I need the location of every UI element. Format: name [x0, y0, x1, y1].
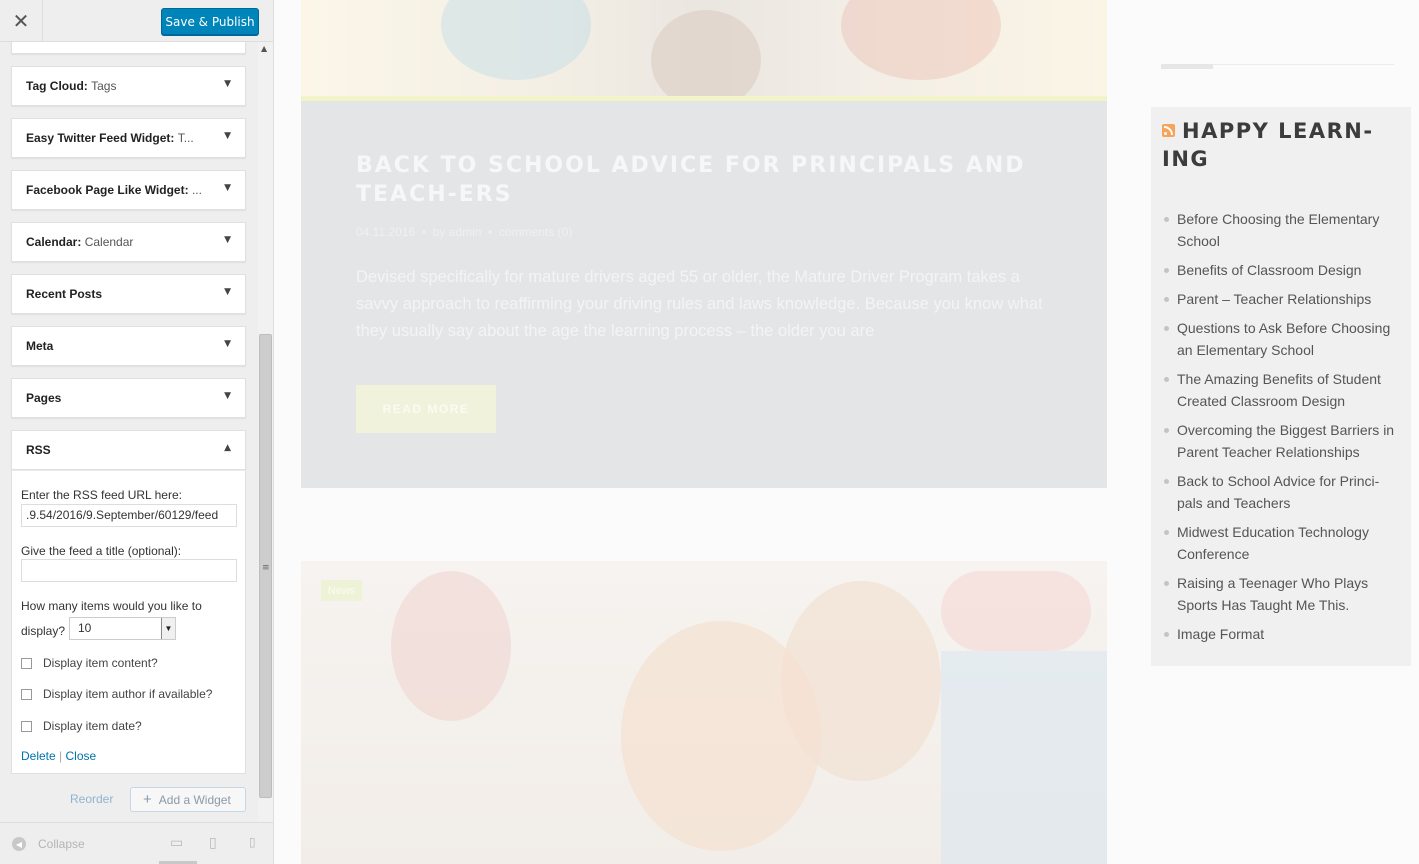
post-author[interactable]: admin [449, 225, 482, 239]
post-card: BACK TO SCHOOL ADVICE FOR PRINCIPALS AND… [301, 101, 1107, 488]
widget-subtitle: Calendar [84, 235, 134, 249]
save-publish-button[interactable]: Save & Publish [161, 8, 259, 35]
checkbox-row-author: Display item author if available? [21, 687, 212, 701]
arrow-down-icon[interactable]: ▼ [224, 391, 231, 401]
close-link[interactable]: Close [66, 749, 97, 763]
widget-pages[interactable]: Pages ▼ [11, 378, 246, 418]
rss-url-label: Enter the RSS feed URL here: [21, 488, 182, 502]
display-content-checkbox[interactable] [21, 657, 32, 669]
widget-rss[interactable]: RSS ▲ [11, 430, 246, 470]
sidebar-scrollbar[interactable]: ▲ ≡ [258, 42, 273, 822]
checkbox-label: Display item author if available? [43, 687, 213, 701]
mobile-icon[interactable]: ▯ [249, 835, 256, 849]
rss-item[interactable]: Back to School Advice for Princi-pals an… [1162, 470, 1402, 514]
rss-title-label: Give the feed a title (optional): [21, 544, 182, 558]
customizer-header: ✕ Save & Publish [0, 0, 273, 42]
widget-recent-posts[interactable]: Recent Posts ▼ [11, 274, 246, 314]
add-widget-button[interactable]: + Add a Widget [130, 787, 246, 812]
widget-partial[interactable] [11, 42, 246, 54]
close-icon[interactable]: ✕ [0, 0, 43, 42]
rss-items-label-2: display? [21, 624, 66, 638]
add-widget-label: Add a Widget [158, 792, 231, 807]
widget-easy-twitter[interactable]: Easy Twitter Feed Widget: T... ▼ [11, 118, 246, 158]
checkbox-row-content: Display item content? [21, 656, 158, 670]
widget-subtitle: Tags [91, 79, 117, 93]
rss-items-select[interactable]: 10 ▼ [69, 617, 176, 640]
widget-name: Tag Cloud [26, 79, 84, 93]
rss-item[interactable]: The Amazing Benefits of Student Created … [1162, 368, 1402, 412]
rss-item[interactable]: Benefits of Classroom Design [1162, 259, 1402, 281]
checkbox-row-date: Display item date? [21, 719, 142, 733]
grip-icon: ≡ [262, 563, 270, 573]
scroll-up-icon[interactable]: ▲ [261, 44, 267, 53]
post-date[interactable]: 04.11.2016 [356, 225, 415, 239]
widget-meta[interactable]: Meta ▼ [11, 326, 246, 366]
rss-widget-form: Enter the RSS feed URL here: .9.54/2016/… [11, 470, 246, 774]
widget-subtitle: T... [177, 131, 194, 145]
widget-name: Meta [26, 339, 54, 353]
arrow-down-icon[interactable]: ▼ [224, 79, 231, 89]
actions-separator: | [59, 749, 63, 763]
post-meta: 04.11.2016 • by admin • comments (0) [356, 225, 573, 239]
delete-link[interactable]: Delete [21, 749, 56, 763]
collapse-label[interactable]: Collapse [38, 837, 85, 851]
display-author-checkbox[interactable] [21, 688, 32, 700]
arrow-down-icon[interactable]: ▼ [224, 131, 231, 141]
post-excerpt: Devised specifically for mature drivers … [356, 268, 1043, 340]
arrow-down-icon[interactable]: ▼ [224, 287, 231, 297]
rss-item[interactable]: Overcoming the Biggest Barriers in Paren… [1162, 419, 1402, 463]
chevron-down-icon[interactable]: ▼ [161, 618, 175, 639]
rss-item[interactable]: Parent – Teacher Relationships [1162, 288, 1402, 310]
widget-area-footer: Reorder + Add a Widget [0, 784, 258, 814]
rss-title-input[interactable] [21, 559, 237, 582]
arrow-down-icon[interactable]: ▼ [224, 183, 231, 193]
rss-item[interactable]: Raising a Teenager Who Plays Sports Has … [1162, 572, 1402, 616]
rss-items-label: How many items would you like to [21, 599, 202, 613]
checkbox-label: Display item date? [43, 719, 142, 733]
sidebar-divider-accent [1161, 64, 1213, 69]
rss-widget-title[interactable]: HAPPY LEARN-ING [1162, 117, 1392, 173]
rss-item[interactable]: Before Choosing the Elementary School [1162, 208, 1402, 252]
category-tag[interactable]: News [321, 580, 362, 601]
scroll-thumb[interactable]: ≡ [259, 334, 272, 798]
rss-items-value: 10 [78, 621, 92, 635]
widget-name: Recent Posts [26, 287, 103, 301]
widget-facebook-page-like[interactable]: Facebook Page Like Widget: ... ▼ [11, 170, 246, 210]
post-by: by [432, 225, 446, 239]
widget-actions: Delete | Close [21, 749, 96, 763]
post-comments[interactable]: comments (0) [499, 225, 572, 239]
collapse-icon[interactable]: ◀ [12, 837, 26, 851]
plus-icon: + [143, 791, 152, 808]
desktop-icon[interactable]: ▭ [170, 835, 183, 851]
customizer-footer: ◀ Collapse ▭ ▯ ▯ [0, 822, 273, 864]
widget-name: Pages [26, 391, 62, 405]
rss-item[interactable]: Midwest Education Technology Conference [1162, 521, 1402, 565]
arrow-down-icon[interactable]: ▼ [224, 235, 231, 245]
post-title[interactable]: BACK TO SCHOOL ADVICE FOR PRINCIPALS AND… [356, 151, 1056, 209]
site-preview: BACK TO SCHOOL ADVICE FOR PRINCIPALS AND… [274, 0, 1419, 864]
widget-name: Calendar [26, 235, 78, 249]
widget-tag-cloud[interactable]: Tag Cloud: Tags ▼ [11, 66, 246, 106]
rss-url-input[interactable]: .9.54/2016/9.September/60129/feed [21, 504, 237, 527]
widget-subtitle: ... [191, 183, 202, 197]
widget-name: Easy Twitter Feed Widget [26, 131, 171, 145]
widget-list: Tag Cloud: Tags ▼ Easy Twitter Feed Widg… [0, 42, 258, 822]
post-featured-image-2[interactable]: News [301, 561, 1107, 864]
rss-item-list: Before Choosing the Elementary School Be… [1162, 208, 1402, 652]
widget-name: RSS [26, 443, 51, 457]
tablet-icon[interactable]: ▯ [209, 835, 217, 851]
rss-item[interactable]: Questions to Ask Before Choosing an Elem… [1162, 317, 1402, 361]
arrow-up-icon[interactable]: ▲ [224, 443, 231, 453]
widget-name: Facebook Page Like Widget [26, 183, 185, 197]
widget-calendar[interactable]: Calendar: Calendar ▼ [11, 222, 246, 262]
checkbox-label: Display item content? [43, 656, 158, 670]
read-more-button[interactable]: READ MORE [356, 385, 496, 433]
rss-sidebar-widget: HAPPY LEARN-ING Before Choosing the Elem… [1151, 107, 1411, 666]
display-date-checkbox[interactable] [21, 720, 32, 732]
customizer-panel: ✕ Save & Publish Tag Cloud: Tags ▼ Easy … [0, 0, 274, 864]
post-featured-image[interactable] [301, 0, 1107, 96]
arrow-down-icon[interactable]: ▼ [224, 339, 231, 349]
reorder-link[interactable]: Reorder [70, 792, 113, 806]
rss-item[interactable]: Image Format [1162, 623, 1402, 645]
